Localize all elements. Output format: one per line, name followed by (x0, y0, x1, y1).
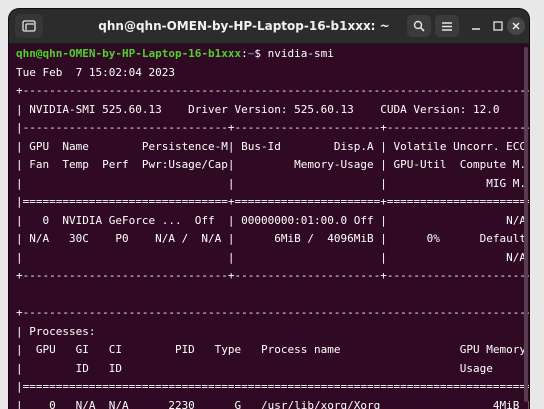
search-button[interactable] (407, 15, 431, 37)
output-line: +-------------------------------+-------… (16, 267, 529, 286)
output-line: | Fan Temp Perf Pwr:Usage/Cap| Memory-Us… (16, 156, 529, 175)
output-line: |-------------------------------+-------… (16, 119, 529, 138)
close-button[interactable] (507, 17, 525, 35)
terminal-window: qhn@qhn-OMEN-by-HP-Laptop-16-b1xxx: ~ (9, 9, 529, 409)
output-line: |=======================================… (16, 378, 529, 397)
output-line: | | | N/A | (16, 249, 529, 268)
menu-button[interactable] (435, 15, 459, 37)
output-line: | | | MIG M. | (16, 175, 529, 194)
output-line: | NVIDIA-SMI 525.60.13 Driver Version: 5… (16, 101, 529, 120)
prompt-separator: : (241, 47, 248, 60)
search-icon (413, 20, 425, 32)
maximize-icon (493, 21, 503, 31)
output-line: | 0 N/A N/A 2230 G /usr/lib/xorg/Xorg 4M… (16, 397, 529, 409)
title-bar: qhn@qhn-OMEN-by-HP-Laptop-16-b1xxx: ~ (9, 9, 529, 44)
terminal-output[interactable]: qhn@qhn-OMEN-by-HP-Laptop-16-b1xxx:~$ nv… (16, 45, 529, 409)
minimize-icon (471, 21, 481, 31)
output-line: Tue Feb 7 15:02:04 2023 (16, 64, 529, 83)
output-line: |===============================+=======… (16, 193, 529, 212)
scrollbar[interactable] (524, 47, 528, 402)
hamburger-menu-icon (441, 21, 453, 32)
new-tab-icon (22, 20, 36, 32)
minimize-button[interactable] (465, 15, 487, 37)
prompt-symbol: $ (254, 47, 267, 60)
output-line: | ID ID Usage | (16, 360, 529, 379)
output-line: | 0 NVIDIA GeForce ... Off | 00000000:01… (16, 212, 529, 231)
prompt-user: qhn@qhn-OMEN-by-HP-Laptop-16-b1xxx (16, 47, 241, 60)
maximize-button[interactable] (487, 15, 509, 37)
window-title: qhn@qhn-OMEN-by-HP-Laptop-16-b1xxx: ~ (69, 9, 419, 43)
output-line: +---------------------------------------… (16, 82, 529, 101)
output-line (16, 286, 529, 305)
close-icon (512, 22, 520, 30)
output-line: | N/A 30C P0 N/A / N/A | 6MiB / 4096MiB … (16, 230, 529, 249)
output-line: | GPU Name Persistence-M| Bus-Id Disp.A … (16, 138, 529, 157)
output-line: +---------------------------------------… (16, 304, 529, 323)
prompt-line: qhn@qhn-OMEN-by-HP-Laptop-16-b1xxx:~$ nv… (16, 45, 529, 64)
output-line: | GPU GI CI PID Type Process name GPU Me… (16, 341, 529, 360)
new-tab-button[interactable] (15, 14, 43, 38)
command-text: nvidia-smi (268, 47, 334, 60)
output-line: | Processes: | (16, 323, 529, 342)
